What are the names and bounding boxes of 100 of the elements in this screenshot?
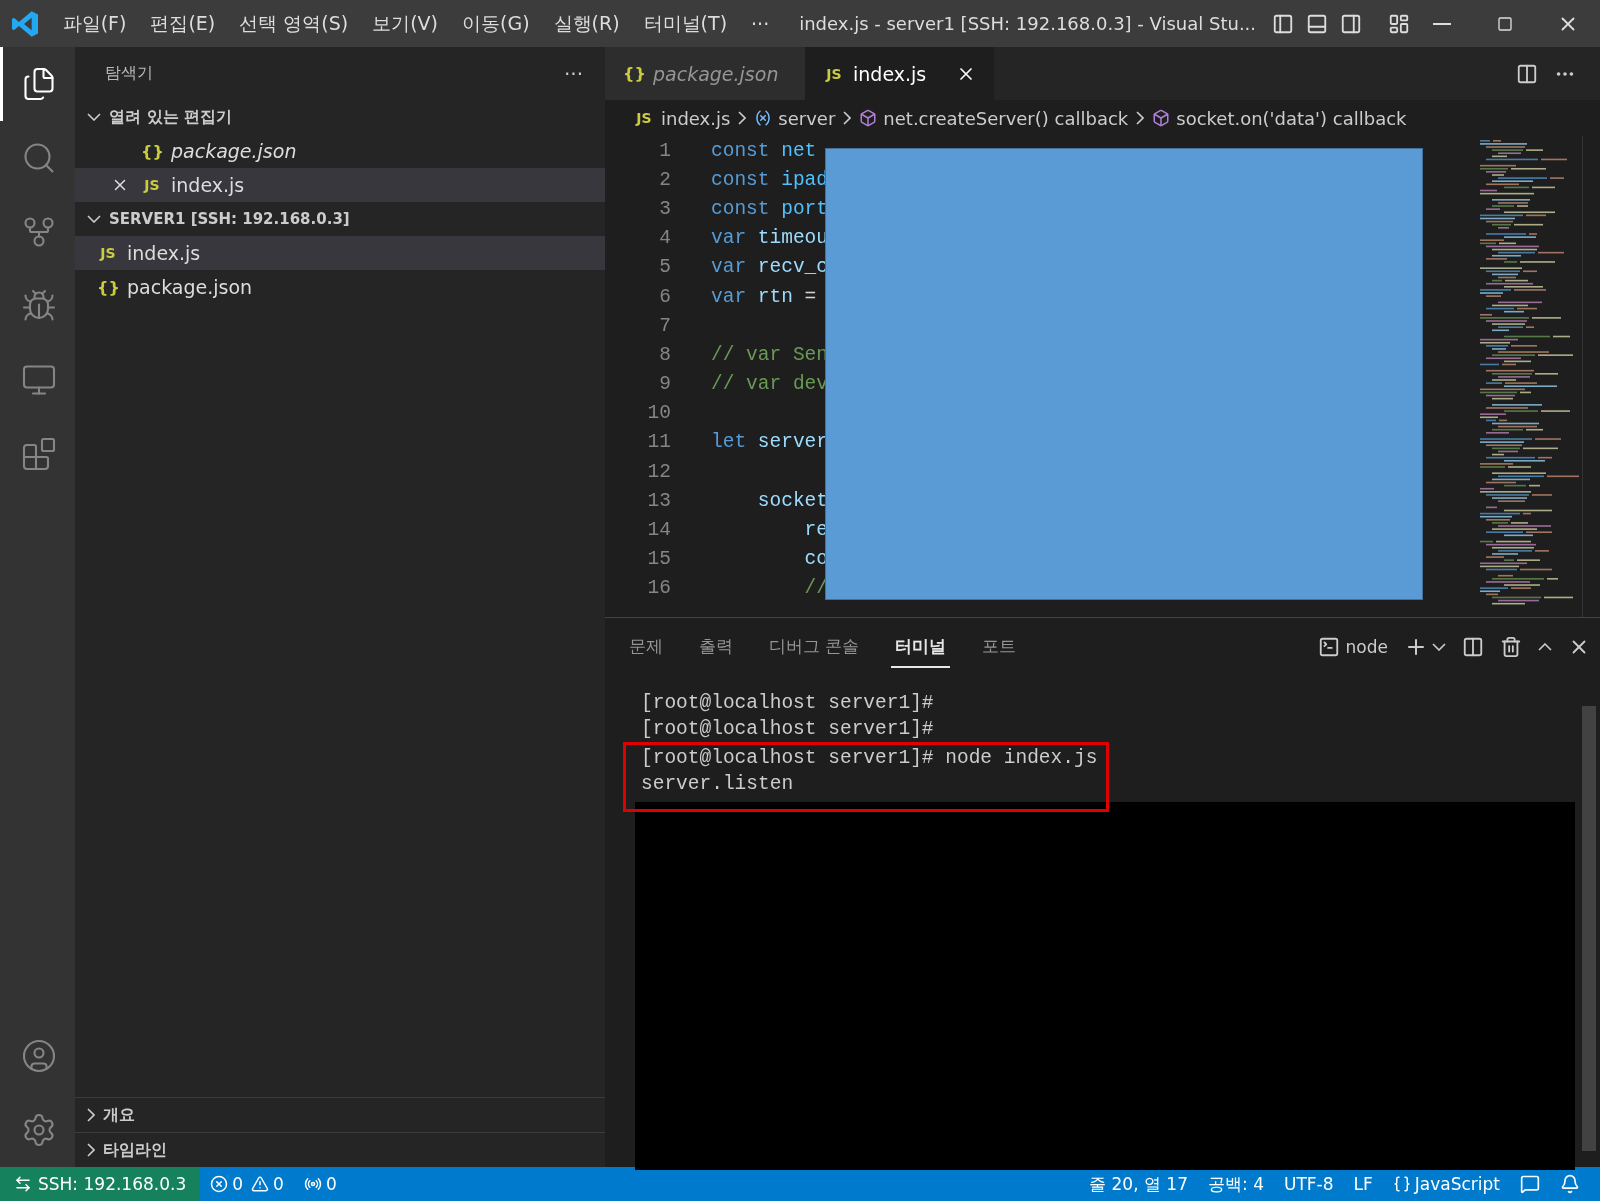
maximize-icon	[1497, 15, 1514, 32]
file-item[interactable]: JS index.js	[75, 236, 605, 270]
more-actions-button[interactable]: ···	[563, 61, 583, 86]
indentation-indicator[interactable]: 공백: 4	[1198, 1167, 1274, 1201]
split-terminal-button[interactable]	[1462, 636, 1484, 658]
settings-icon	[21, 1112, 57, 1148]
line-number: 14	[646, 519, 671, 542]
terminal-line: [root@localhost server1]#	[641, 691, 935, 716]
split-icon	[1462, 636, 1484, 658]
chevron-icon	[87, 1143, 95, 1157]
chevron-icon	[1136, 111, 1145, 125]
panel-tab[interactable]: 터미널	[891, 626, 951, 668]
panel-tab[interactable]: 문제	[625, 626, 667, 668]
line-number: 4	[658, 227, 671, 250]
terminal-line: [root@localhost server1]# node index.js	[641, 746, 1099, 771]
line-number: 6	[658, 285, 671, 308]
sidebar-toggle-icon[interactable]	[1272, 12, 1295, 35]
json-file-icon: {}	[97, 277, 119, 297]
menu-item[interactable]: 터미널(T)	[631, 10, 740, 37]
section-header[interactable]: 개요	[75, 1098, 605, 1132]
maximize-panel-button[interactable]	[1538, 643, 1552, 651]
line-ending-indicator[interactable]: LF	[1343, 1167, 1383, 1201]
terminal-selector[interactable]: node	[1317, 636, 1388, 658]
section-header[interactable]: 타임라인	[75, 1133, 605, 1167]
search-icon	[21, 140, 57, 176]
sidebar-title: 탐색기	[105, 63, 153, 84]
line-number: 13	[646, 489, 671, 512]
file-item[interactable]: {} package.json	[75, 270, 605, 304]
trash-button[interactable]	[1500, 636, 1522, 658]
terminal-icon	[1317, 636, 1340, 658]
panel-toggle-icon[interactable]	[1306, 12, 1329, 35]
chevron-icon	[87, 215, 101, 223]
js-file-icon: JS	[823, 65, 845, 82]
breadcrumb-item[interactable]: server	[754, 107, 836, 129]
error-icon	[210, 1175, 229, 1193]
json-file-icon: {}	[141, 141, 163, 161]
chevron-icon	[738, 111, 747, 125]
chevron-icon	[843, 111, 852, 125]
cursor-position[interactable]: 줄 20, 열 17	[1079, 1167, 1198, 1201]
variable-icon	[754, 109, 773, 127]
code-line: socket	[756, 489, 829, 512]
terminal-line: server.listen	[641, 772, 795, 797]
file-item[interactable]: JS index.js	[75, 168, 605, 202]
antenna-icon	[303, 1175, 322, 1193]
breadcrumb-item[interactable]: socket.on('data') callback	[1152, 107, 1407, 129]
line-number: 16	[646, 577, 671, 600]
js-file-icon: JS	[141, 177, 163, 193]
panel-tab[interactable]: 포트	[978, 626, 1021, 668]
file-item[interactable]: {} package.json	[75, 134, 605, 168]
cube-icon	[859, 109, 878, 127]
menu-item[interactable]: 편집(E)	[138, 10, 228, 37]
panel-tab[interactable]: 디버그 콘솔	[765, 626, 864, 668]
encoding-indicator[interactable]: UTF-8	[1273, 1167, 1344, 1201]
line-number: 15	[646, 548, 671, 571]
app-logo-icon	[12, 10, 39, 37]
trash-icon	[1500, 636, 1522, 658]
menu-item[interactable]: ···	[739, 12, 782, 35]
editor-tab[interactable]: {} package.json	[605, 47, 805, 100]
menu-item[interactable]: 선택 영역(S)	[227, 10, 361, 37]
line-number: 12	[646, 460, 671, 483]
ports-indicator[interactable]: 0	[293, 1167, 347, 1201]
scrollbar-thumb[interactable]	[1582, 706, 1596, 1151]
secondary-sidebar-toggle-icon[interactable]	[1340, 12, 1363, 35]
menu-item[interactable]: 이동(G)	[450, 10, 542, 37]
terminal-line: [root@localhost server1]#	[641, 717, 935, 742]
warning-icon	[251, 1175, 270, 1193]
section-header[interactable]: 열려 있는 편집기	[75, 100, 605, 134]
menu-item[interactable]: 보기(V)	[360, 10, 450, 37]
code-line: var rtn =	[711, 285, 817, 308]
remote-indicator[interactable]: SSH: 192.168.0.3	[0, 1167, 201, 1201]
blocks-icon	[21, 436, 57, 472]
panel-tab[interactable]: 출력	[695, 626, 737, 668]
code-line: const net	[711, 139, 817, 162]
chevron-icon	[1432, 643, 1446, 651]
line-number: 3	[658, 197, 671, 220]
bug-icon	[21, 288, 57, 324]
section-header[interactable]: SERVER1 [SSH: 192.168.0.3]	[75, 202, 605, 236]
problems-indicator[interactable]: 0 0	[200, 1167, 294, 1201]
code-line: // var dev	[711, 373, 829, 396]
language-indicator[interactable]: JavaScript	[1382, 1167, 1510, 1201]
js-file-icon: JS	[633, 110, 655, 126]
code-line: let server	[711, 431, 829, 454]
menu-item[interactable]: 파일(F)	[50, 10, 139, 37]
remote-icon	[14, 1175, 32, 1193]
bell-icon	[1560, 1174, 1580, 1194]
account-icon	[21, 1038, 57, 1074]
breadcrumb-item[interactable]: net.createServer() callback	[859, 107, 1129, 129]
minimize-icon	[1432, 22, 1451, 25]
layout-icon[interactable]	[1388, 12, 1411, 35]
braces-icon	[1392, 1175, 1411, 1193]
menu-item[interactable]: 실행(R)	[541, 10, 632, 37]
code-line: var recv_c	[711, 256, 829, 279]
editor-tab[interactable]: JS index.js	[805, 47, 995, 100]
chevron-icon	[1538, 643, 1552, 651]
window-title: index.js - server1 [SSH: 192.168.0.3] - Visual Stu...	[799, 13, 1257, 34]
breadcrumb-item[interactable]: JS index.js	[633, 107, 731, 129]
line-number: 11	[646, 431, 671, 454]
line-number: 9	[658, 373, 671, 396]
monitor-icon	[21, 362, 57, 398]
split-editor-icon[interactable]	[1516, 62, 1538, 85]
